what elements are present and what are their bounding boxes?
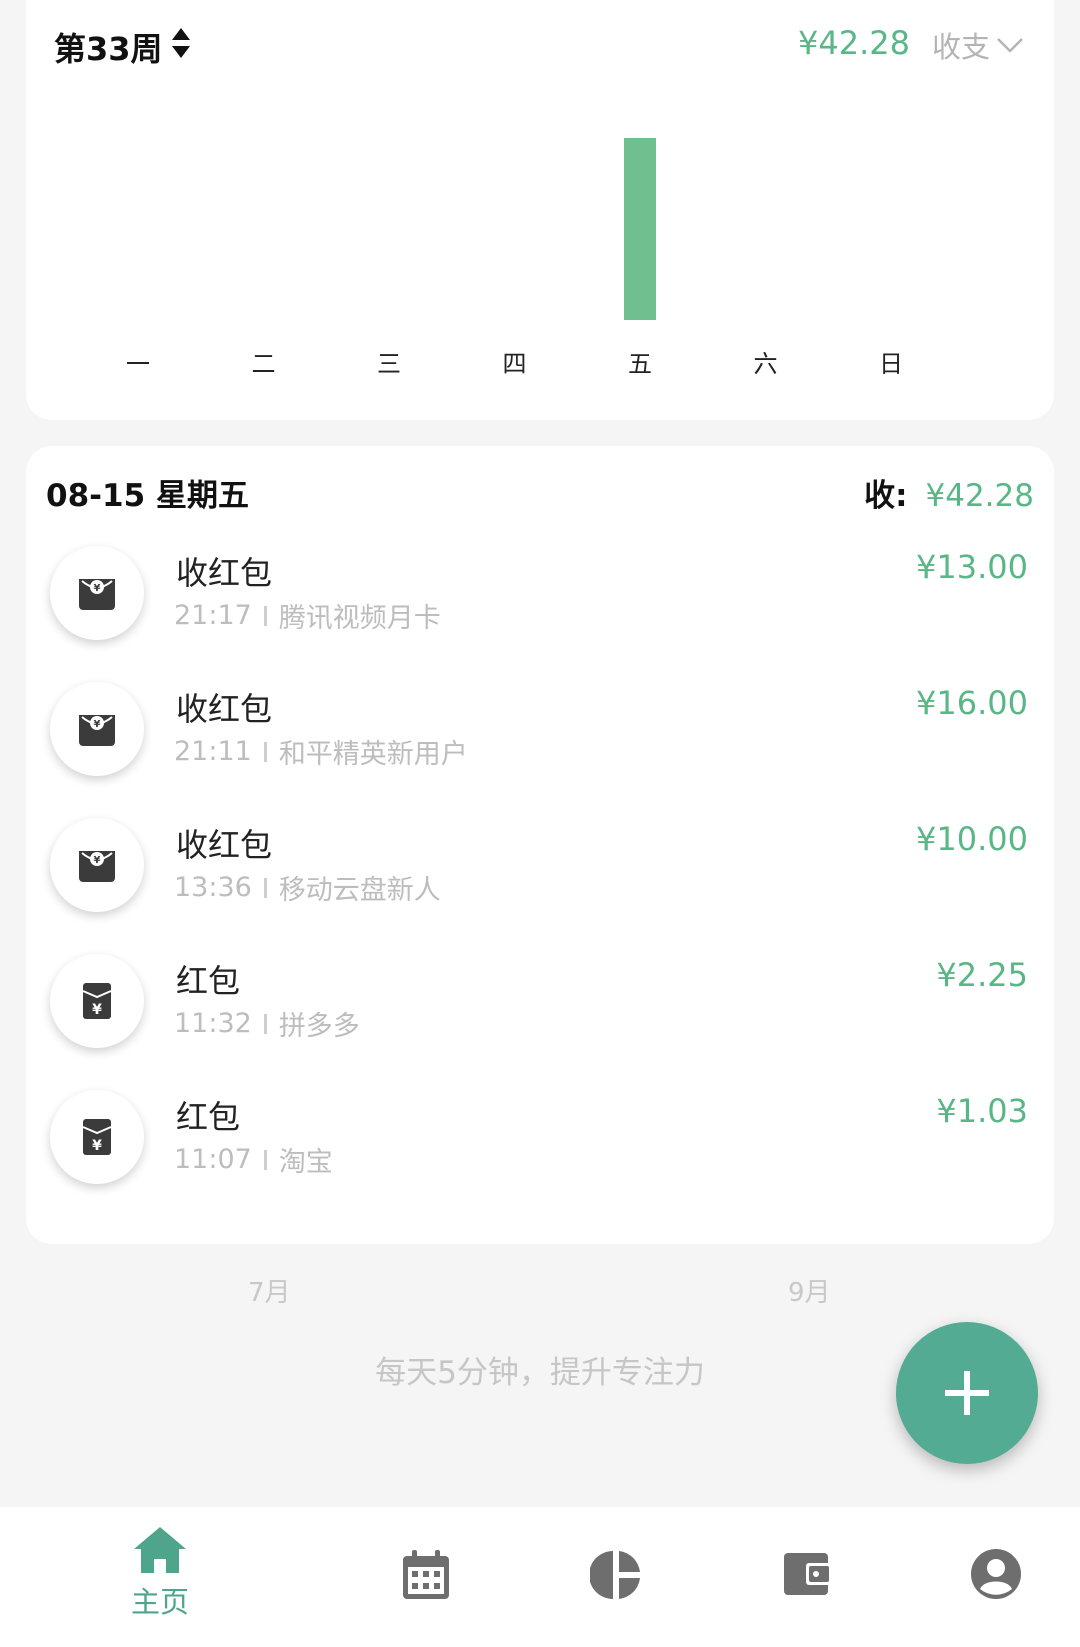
nav-statistics[interactable]	[546, 1507, 686, 1647]
nav-home-label: 主页	[130, 1585, 189, 1619]
transaction-amount: ¥13.00	[916, 548, 1028, 586]
nav-home[interactable]: 主页	[90, 1507, 230, 1647]
transaction-row[interactable]: ¥ 收红包 21:17 腾讯视频月卡 ¥13.00	[26, 538, 1054, 681]
x-tick-label: 二	[252, 350, 276, 378]
transaction-row[interactable]: ¥ 红包 11:07 淘宝 ¥1.03	[26, 1082, 1054, 1225]
transaction-time: 13:36	[174, 872, 252, 903]
transaction-subtitle: 11:32 拼多多	[174, 1004, 360, 1043]
svg-text:¥: ¥	[92, 1138, 102, 1154]
transaction-amount: ¥1.03	[936, 1092, 1028, 1130]
transaction-title: 红包	[176, 962, 241, 1000]
x-tick-label: 一	[126, 350, 150, 378]
calendar-icon	[403, 1550, 449, 1599]
day-income-summary: 收: ¥42.28	[864, 470, 1034, 515]
svg-text:¥: ¥	[94, 583, 101, 594]
transaction-time: 21:11	[174, 736, 252, 767]
x-tick-label: 日	[879, 350, 903, 378]
nav-wallet[interactable]	[738, 1507, 878, 1647]
income-amount: ¥42.28	[925, 478, 1034, 514]
transaction-row[interactable]: ¥ 红包 11:32 拼多多 ¥2.25	[26, 946, 1054, 1089]
transaction-time: 11:07	[174, 1144, 252, 1175]
transaction-amount: ¥2.25	[936, 956, 1028, 994]
transaction-title: 收红包	[176, 554, 273, 592]
transaction-note: 淘宝	[278, 1147, 333, 1178]
plus-icon	[945, 1371, 989, 1415]
transaction-title: 收红包	[176, 826, 273, 864]
add-record-button[interactable]	[896, 1322, 1038, 1464]
separator	[263, 605, 267, 626]
red-envelope-receive-icon: ¥	[50, 546, 144, 640]
transaction-note: 移动云盘新人	[278, 875, 441, 906]
day-date: 08-15 星期五	[46, 478, 249, 514]
x-tick-label: 六	[754, 350, 778, 378]
red-envelope-receive-icon: ¥	[50, 682, 144, 776]
transaction-row[interactable]: ¥ 收红包 21:11 和平精英新用户 ¥16.00	[26, 674, 1054, 817]
x-tick-label: 五	[628, 350, 652, 378]
separator	[263, 1149, 267, 1170]
transaction-note: 拼多多	[278, 1011, 360, 1042]
weekly-bar-chart: 一二三四五六日	[126, 138, 903, 378]
transaction-time: 21:17	[174, 600, 252, 631]
separator	[263, 1013, 267, 1034]
transaction-title: 收红包	[176, 690, 273, 728]
separator	[263, 741, 267, 762]
svg-text:¥: ¥	[94, 719, 101, 730]
x-tick-label: 三	[377, 350, 401, 378]
bottom-nav: 主页	[0, 1507, 1080, 1647]
red-packet-icon: ¥	[50, 1090, 144, 1184]
x-tick-label: 四	[503, 350, 527, 378]
home-icon	[134, 1527, 186, 1573]
wallet-icon	[784, 1553, 832, 1595]
transaction-note: 腾讯视频月卡	[278, 603, 441, 634]
transaction-amount: ¥16.00	[916, 684, 1028, 722]
pie-chart-icon	[590, 1551, 640, 1599]
nav-profile[interactable]	[926, 1507, 1066, 1647]
profile-icon	[971, 1549, 1021, 1599]
transaction-subtitle: 11:07 淘宝	[174, 1140, 333, 1179]
svg-text:¥: ¥	[92, 1002, 102, 1018]
week-chart-card: 第33周 ¥42.28 收支 一二三四五六日	[26, 0, 1054, 420]
income-label: 收:	[864, 478, 908, 514]
transaction-amount: ¥10.00	[916, 820, 1028, 858]
separator	[263, 877, 267, 898]
transaction-title: 红包	[176, 1098, 241, 1136]
red-envelope-receive-icon: ¥	[50, 818, 144, 912]
red-packet-icon: ¥	[50, 954, 144, 1048]
next-month-label[interactable]: 9月	[788, 1272, 831, 1309]
transaction-row[interactable]: ¥ 收红包 13:36 移动云盘新人 ¥10.00	[26, 810, 1054, 953]
chart-bar[interactable]	[624, 138, 656, 320]
svg-text:¥: ¥	[94, 855, 101, 866]
transaction-subtitle: 21:17 腾讯视频月卡	[174, 596, 441, 635]
transaction-subtitle: 13:36 移动云盘新人	[174, 868, 441, 907]
nav-calendar[interactable]	[356, 1507, 496, 1647]
day-detail-card: 08-15 星期五 收: ¥42.28 ¥ 收红包 21:17 腾讯视频月卡 ¥13.0…	[26, 446, 1054, 1244]
prev-month-label[interactable]: 7月	[248, 1272, 291, 1309]
transaction-note: 和平精英新用户	[278, 739, 468, 770]
transaction-time: 11:32	[174, 1008, 252, 1039]
transaction-subtitle: 21:11 和平精英新用户	[174, 732, 468, 771]
